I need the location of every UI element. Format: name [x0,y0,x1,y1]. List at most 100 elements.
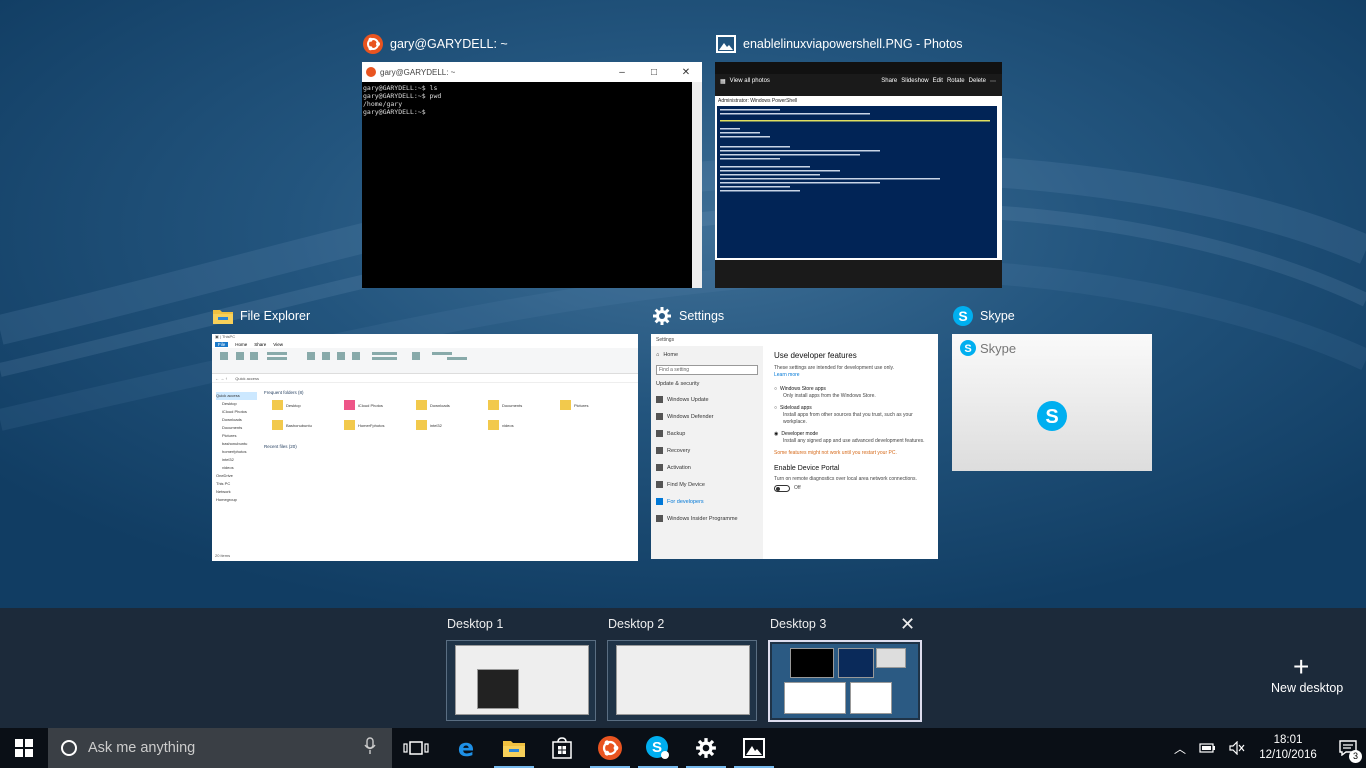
radio-sideload-apps[interactable]: ○Sideload apps [774,405,934,412]
nav-label: For developers [667,499,704,505]
window-title-explorer: File Explorer [212,304,310,328]
terminal-scrollbar[interactable] [692,82,702,288]
explorer-taskbar-button[interactable] [490,728,538,768]
home-icon: ⌂ [656,352,659,358]
plus-icon[interactable]: + [1293,651,1309,683]
nav-documents[interactable]: Documents [216,424,257,432]
nav-windows-update[interactable]: Windows Update [651,391,763,408]
settings-taskbar-button[interactable] [682,728,730,768]
address-bar[interactable]: ← → ↑Quick access [212,374,638,383]
photos-delete[interactable]: Delete [969,78,986,84]
close-icon[interactable]: ✕ [670,67,702,78]
view-all-photos[interactable]: View all photos [730,78,770,84]
task-view-icon [403,740,429,756]
desktop-3-thumb[interactable] [768,640,922,722]
task-view-button[interactable] [392,728,440,768]
start-button[interactable] [0,728,48,768]
cortana-search-box[interactable]: Ask me anything [48,728,392,768]
settings-search-input[interactable]: Find a setting [656,365,758,375]
nav-windows-defender[interactable]: Windows Defender [651,408,763,425]
folder-item[interactable]: videos [502,423,514,428]
nav-bashonubuntu[interactable]: bashonubuntu [216,440,257,448]
folder-item[interactable]: Downloads [430,403,450,408]
volume-mute-icon[interactable] [1228,741,1246,755]
folder-item[interactable]: Bashonubuntu [286,423,312,428]
tab-view[interactable]: View [273,342,283,347]
folder-item[interactable]: Desktop [286,403,301,408]
ubuntu-icon [597,735,623,761]
folder-item[interactable]: Pictures [574,403,588,408]
toggle-label: Off [794,485,801,492]
terminal-output: gary@GARYDELL:~$ ls gary@GARYDELL:~$ pwd… [362,82,702,119]
explorer-ribbon [212,348,638,374]
microphone-icon[interactable] [364,737,376,759]
new-desktop-button[interactable]: New desktop [1271,681,1343,695]
tab-file[interactable]: File [215,342,228,347]
desktop-1-thumb[interactable] [446,640,596,721]
device-portal-toggle[interactable]: Off [774,485,934,492]
window-title-skype: S Skype [952,304,1015,328]
battery-icon[interactable] [1198,742,1216,754]
nav-pictures[interactable]: Pictures [216,432,257,440]
svg-text:S: S [958,308,967,324]
nav-backup[interactable]: Backup [651,425,763,442]
nav-insider[interactable]: Windows Insider Programme [651,510,763,527]
nav-network[interactable]: Network [216,488,257,496]
nav-downloads[interactable]: Downloads [216,416,257,424]
edge-taskbar-button[interactable]: e [442,728,490,768]
nav-videos[interactable]: videos [216,464,257,472]
learn-more-link[interactable]: Learn more [774,372,934,379]
action-center-button[interactable]: 3 [1330,728,1366,768]
nav-find-my-device[interactable]: Find My Device [651,476,763,493]
desktop-2-thumb[interactable] [607,640,757,721]
nav-activation[interactable]: Activation [651,459,763,476]
radio-label: Windows Store apps [780,386,826,393]
clock[interactable]: 18:01 12/10/2016 [1258,733,1318,763]
settings-home[interactable]: ⌂Home [651,346,763,363]
tab-share[interactable]: Share [254,342,266,347]
minimize-icon[interactable]: – [606,67,638,78]
settings-content: Use developer features These settings ar… [774,352,934,492]
close-desktop-icon[interactable]: ✕ [900,614,915,635]
folder-icon [560,400,571,410]
folder-icon [488,420,499,430]
photos-icon [743,738,765,758]
tab-home[interactable]: Home [235,342,247,347]
nav-homegroup[interactable]: Homegroup [216,496,257,504]
desktop-1-label[interactable]: Desktop 1 [447,617,503,631]
photos-slideshow[interactable]: Slideshow [901,78,928,84]
store-taskbar-button[interactable] [538,728,586,768]
photos-toolbar: ▦ View all photos Share Slideshow Edit R… [715,74,1002,88]
folder-item[interactable]: Documents [502,403,522,408]
nav-this-pc[interactable]: This PC [216,480,257,488]
radio-developer-mode[interactable]: ◉Developer mode [774,431,934,438]
photos-share[interactable]: Share [881,78,897,84]
nav-quick-access[interactable]: Quick access [216,392,257,400]
nav-recovery[interactable]: Recovery [651,442,763,459]
nav-icloud[interactable]: iCloud Photos [216,408,257,416]
folder-icon [344,400,355,410]
ubuntu-taskbar-button[interactable] [586,728,634,768]
nav-intel32[interactable]: intel32 [216,456,257,464]
radio-store-apps[interactable]: ○Windows Store apps [774,386,934,393]
folder-icon [272,420,283,430]
folder-item[interactable]: HomerFphotos [358,423,384,428]
cortana-icon [60,739,78,757]
nav-desktop[interactable]: Desktop [216,400,257,408]
chevron-up-icon[interactable]: ︿ [1174,740,1186,757]
photos-edit[interactable]: Edit [933,78,943,84]
folder-item[interactable]: intel32 [430,423,442,428]
photos-rotate[interactable]: Rotate [947,78,965,84]
nav-homerfphotos[interactable]: homerfphotos [216,448,257,456]
folder-item[interactable]: iCloud Photos [358,403,383,408]
settings-heading: Use developer features [774,352,934,359]
skype-taskbar-button[interactable]: S [634,728,682,768]
notification-count-badge: 3 [1349,750,1362,763]
radio-label: Developer mode [781,431,818,438]
photos-taskbar-button[interactable] [730,728,778,768]
nav-for-developers[interactable]: For developers [651,493,763,510]
nav-onedrive[interactable]: OneDrive [216,472,257,480]
maximize-icon[interactable]: □ [638,67,670,78]
desktop-2-label[interactable]: Desktop 2 [608,617,664,631]
desktop-3-label[interactable]: Desktop 3 [770,617,826,631]
